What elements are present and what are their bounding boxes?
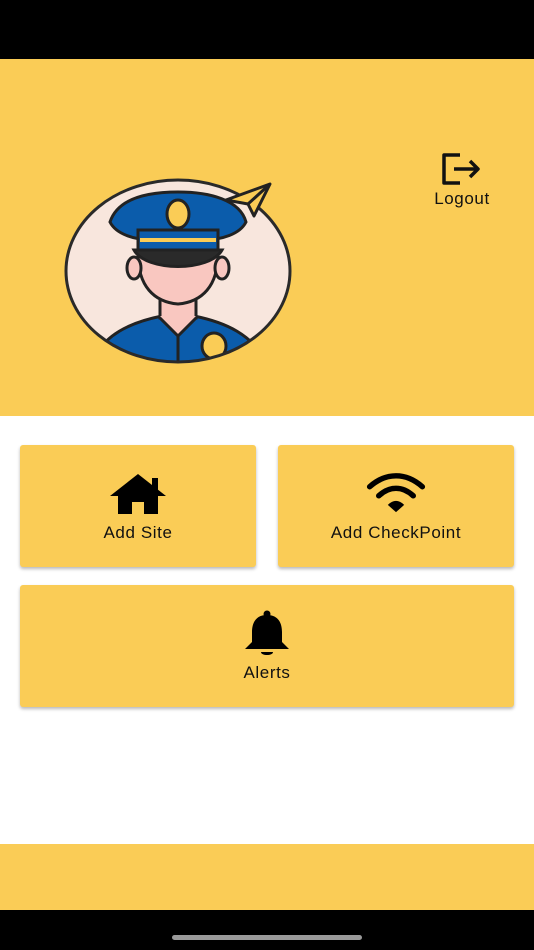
status-bar bbox=[0, 0, 534, 59]
alerts-label: Alerts bbox=[243, 663, 291, 682]
app-screen: Logout Add Site Add CheckPoint Alerts bbox=[0, 0, 534, 950]
header-panel: Logout bbox=[0, 59, 534, 416]
logout-icon bbox=[440, 151, 484, 187]
bell-icon bbox=[237, 610, 297, 657]
security-guard-avatar-icon bbox=[62, 176, 294, 368]
add-site-label: Add Site bbox=[103, 523, 173, 542]
alerts-button[interactable]: Alerts bbox=[20, 585, 514, 707]
navigation-bar bbox=[0, 910, 534, 950]
menu-grid: Add Site Add CheckPoint Alerts bbox=[0, 416, 534, 844]
footer-bar bbox=[0, 844, 534, 910]
add-site-button[interactable]: Add Site bbox=[20, 445, 256, 567]
logout-button[interactable]: Logout bbox=[420, 151, 504, 221]
home-indicator[interactable] bbox=[172, 935, 362, 940]
home-icon bbox=[108, 471, 168, 517]
add-checkpoint-label: Add CheckPoint bbox=[330, 523, 462, 542]
wifi-icon bbox=[366, 471, 426, 517]
logout-label: Logout bbox=[434, 189, 490, 208]
add-checkpoint-button[interactable]: Add CheckPoint bbox=[278, 445, 514, 567]
